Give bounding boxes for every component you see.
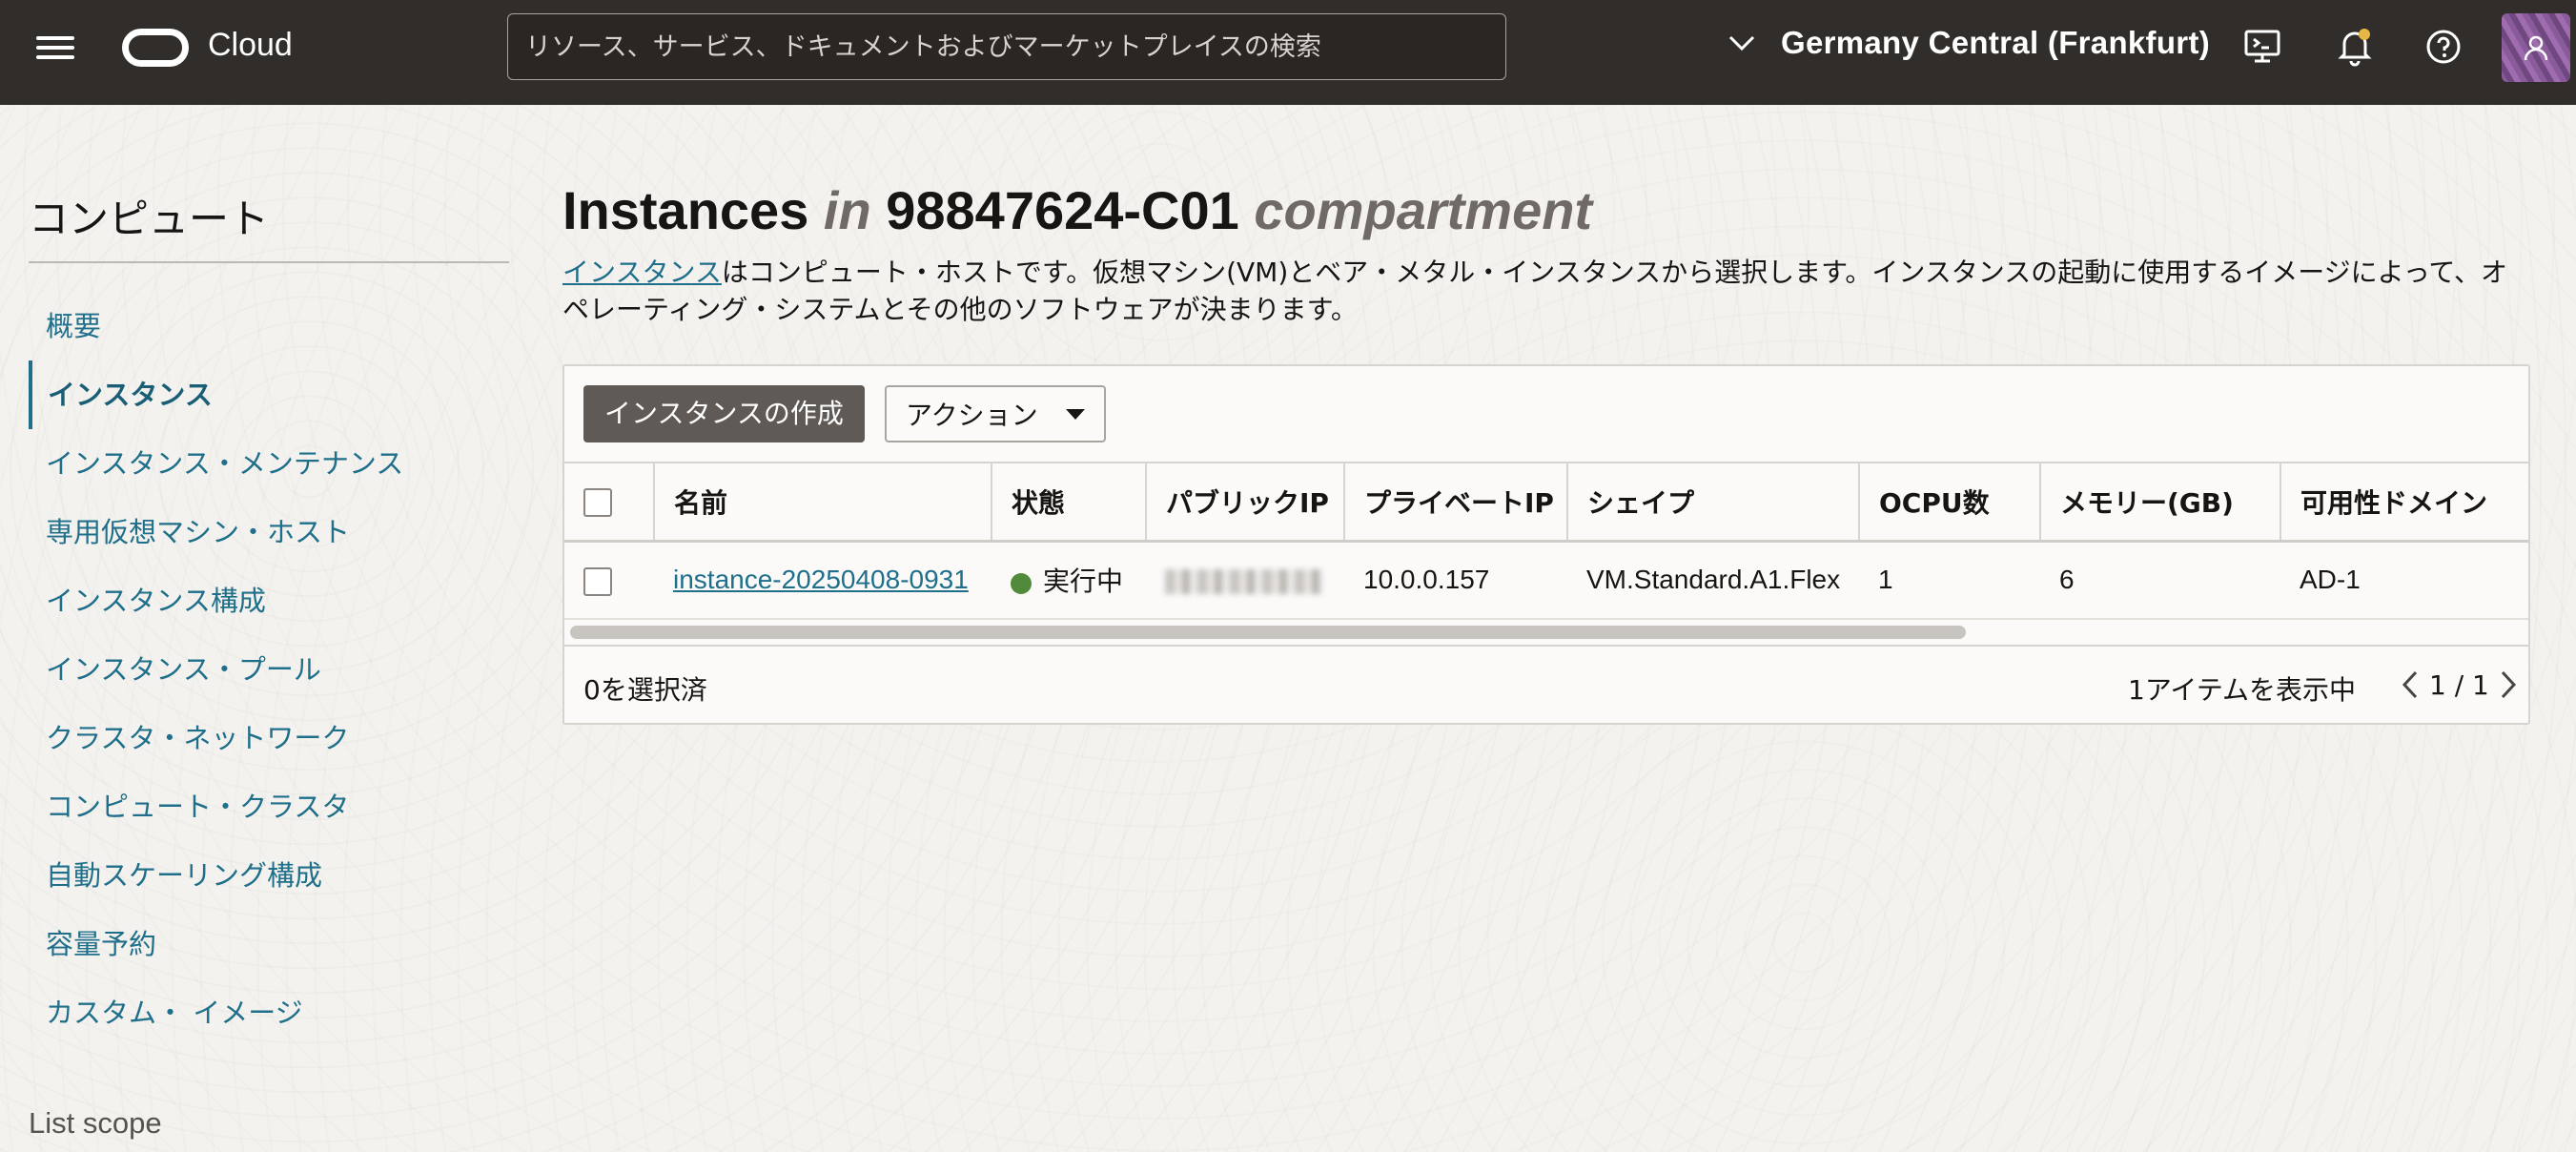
region-label: Germany Central (Frankfurt) [1781, 25, 2211, 60]
instance-name-cell: instance-20250408-0931 [654, 541, 992, 620]
main-content: Instances in 98847624-C01 compartment イン… [562, 105, 2555, 1152]
column-header-state[interactable]: 状態 [992, 462, 1147, 543]
column-header-shape[interactable]: シェイプ [1567, 462, 1860, 543]
instances-table: 名前 状態 パブリックIP プライベートIP シェイプ OCPU数 メモリー(G… [564, 462, 2528, 620]
column-header-memory[interactable]: メモリー(GB) [2040, 462, 2281, 543]
brand-label[interactable]: Cloud [208, 27, 293, 64]
notification-bell-icon[interactable] [2333, 25, 2377, 69]
sidebar-item-cluster-networks[interactable]: クラスタ・ネットワーク [29, 704, 509, 772]
sidebar-title: コンピュート [29, 195, 270, 242]
cloud-shell-icon[interactable] [2240, 25, 2284, 69]
page-title: Instances in 98847624-C01 compartment [562, 179, 1592, 241]
select-all-cell [564, 462, 655, 543]
row-select-cell [564, 541, 654, 620]
horizontal-scrollbar[interactable] [570, 626, 1966, 639]
help-icon[interactable] [2422, 25, 2465, 69]
instance-name-link[interactable]: instance-20250408-0931 [673, 565, 969, 594]
instance-state-cell: 実行中 [992, 541, 1146, 620]
sidebar-item-compute-clusters[interactable]: コンピュート・クラスタ [29, 772, 509, 841]
private-ip-cell: 10.0.0.157 [1344, 541, 1567, 620]
redacted-public-ip [1165, 568, 1323, 594]
memory-cell: 6 [2040, 541, 2280, 620]
sidebar-item-instance-pools[interactable]: インスタンス・プール [29, 635, 509, 704]
column-header-name[interactable]: 名前 [654, 462, 992, 543]
row-checkbox[interactable] [583, 566, 612, 596]
table-footer: 0を選択済 1アイテムを表示中 1 / 1 [564, 645, 2528, 725]
previous-page-icon[interactable] [2391, 664, 2429, 706]
column-header-availability-domain[interactable]: 可用性ドメイン [2280, 462, 2528, 543]
instance-state: 実行中 [1043, 566, 1124, 597]
page-description: インスタンスはコンピュート・ホストです。仮想マシン(VM)とベア・メタル・インス… [562, 254, 2526, 328]
sidebar-item-autoscaling[interactable]: 自動スケーリング構成 [29, 841, 509, 910]
page-indicator: 1 / 1 [2429, 669, 2489, 701]
column-header-ocpu[interactable]: OCPU数 [1859, 462, 2041, 543]
select-all-checkbox[interactable] [583, 488, 612, 518]
instances-panel: インスタンスの作成 アクション 名前 状態 パブリックIP プライベートIP シ… [562, 364, 2530, 725]
shape-cell: VM.Standard.A1.Flex [1567, 541, 1859, 620]
public-ip-cell [1146, 541, 1344, 620]
sidebar: コンピュート 概要 インスタンス インスタンス・メンテナンス 専用仮想マシン・ホ… [0, 105, 534, 1152]
title-main: Instances [562, 180, 809, 240]
table-header-row: 名前 状態 パブリックIP プライベートIP シェイプ OCPU数 メモリー(G… [564, 462, 2528, 543]
sidebar-item-capacity-reservations[interactable]: 容量予約 [29, 910, 509, 978]
top-navigation-bar: Cloud Germany Central (Frankfurt) [0, 0, 2576, 105]
availability-domain-cell: AD-1 [2280, 541, 2528, 620]
title-compartment: 98847624-C01 [886, 180, 1239, 240]
sidebar-item-instance-configurations[interactable]: インスタンス構成 [29, 566, 509, 635]
column-header-public-ip[interactable]: パブリックIP [1146, 462, 1345, 543]
search-input[interactable] [507, 13, 1506, 80]
sidebar-item-instances[interactable]: インスタンス [29, 360, 509, 429]
instances-doc-link[interactable]: インスタンス [562, 257, 722, 288]
next-page-icon[interactable] [2489, 664, 2527, 706]
sidebar-nav: 概要 インスタンス インスタンス・メンテナンス 専用仮想マシン・ホスト インスタ… [29, 292, 509, 1047]
sidebar-item-dedicated-vm-hosts[interactable]: 専用仮想マシン・ホスト [29, 498, 509, 566]
selected-count: 0を選択済 [583, 674, 707, 706]
description-text: はコンピュート・ホストです。仮想マシン(VM)とベア・メタル・インスタンスから選… [562, 257, 2508, 325]
chevron-down-icon [1728, 35, 1755, 51]
sidebar-item-overview[interactable]: 概要 [29, 292, 509, 360]
title-suffix: compartment [1254, 180, 1593, 240]
list-scope-heading: List scope [29, 1106, 162, 1140]
table-row: instance-20250408-0931 実行中 10.0.0.157 VM… [564, 541, 2528, 620]
divider [29, 261, 509, 263]
status-running-icon [1011, 572, 1032, 594]
actions-dropdown[interactable]: アクション [885, 385, 1106, 442]
column-header-private-ip[interactable]: プライベートIP [1344, 462, 1568, 543]
pagination: 1 / 1 [2391, 664, 2527, 706]
sidebar-item-custom-images[interactable]: カスタム・ イメージ [29, 978, 509, 1047]
region-selector[interactable]: Germany Central (Frankfurt) [1728, 25, 2210, 61]
create-instance-button[interactable]: インスタンスの作成 [583, 385, 865, 442]
ocpu-cell: 1 [1859, 541, 2040, 620]
oracle-logo-icon[interactable] [122, 29, 189, 67]
actions-label: アクション [906, 400, 1038, 431]
menu-icon[interactable] [34, 31, 76, 72]
title-in: in [823, 180, 871, 240]
caret-down-icon [1066, 408, 1085, 420]
items-shown: 1アイテムを表示中 [2128, 674, 2357, 706]
sidebar-item-instance-maintenance[interactable]: インスタンス・メンテナンス [29, 429, 509, 498]
avatar[interactable] [2502, 13, 2570, 82]
user-icon [2524, 35, 2548, 61]
